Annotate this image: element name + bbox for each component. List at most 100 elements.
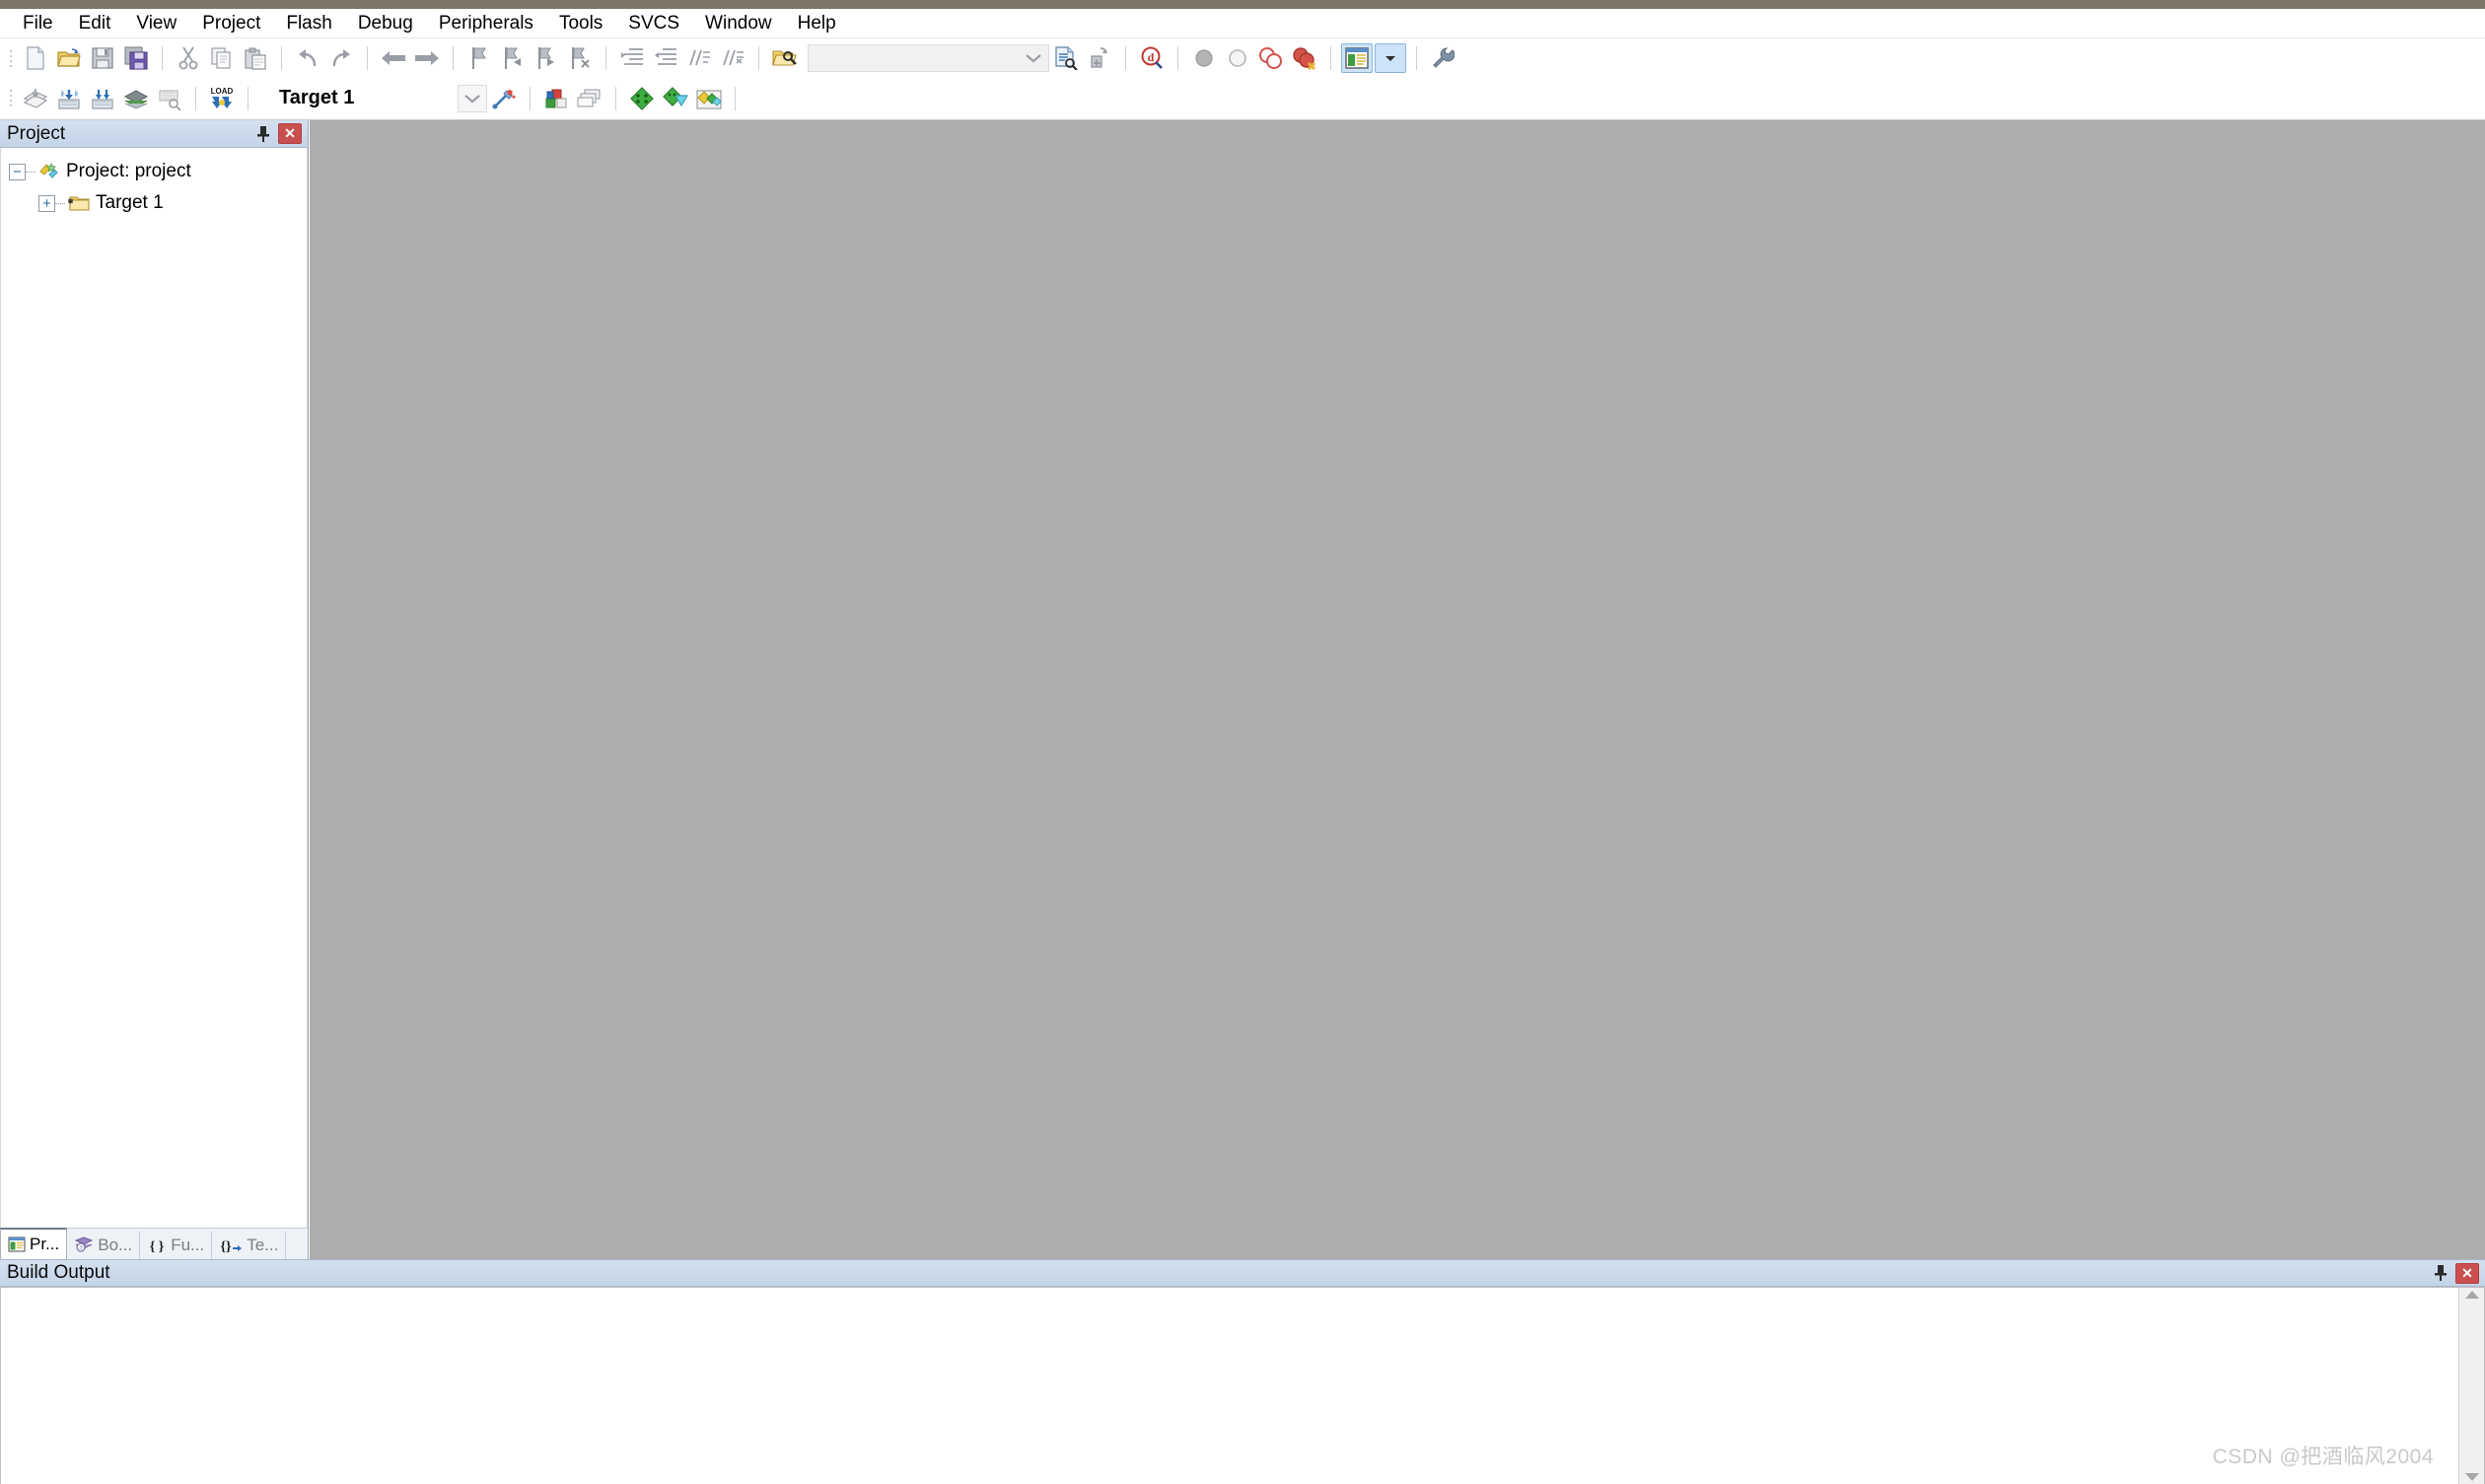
menu-tools[interactable]: Tools: [546, 10, 615, 37]
build-output-title: Build Output: [7, 1262, 110, 1283]
target-selector-value[interactable]: Target 1: [275, 87, 458, 109]
debug-find-icon[interactable]: d: [1136, 43, 1168, 73]
tree-expander-collapse[interactable]: −: [9, 163, 26, 180]
find-in-files-icon[interactable]: [769, 43, 801, 73]
manage-runtime-env-icon[interactable]: [693, 84, 725, 113]
close-icon[interactable]: ✕: [2455, 1262, 2479, 1284]
menu-help[interactable]: Help: [785, 10, 849, 37]
undo-icon[interactable]: [292, 43, 323, 73]
target-options-icon[interactable]: [488, 84, 520, 113]
chevron-down-icon[interactable]: [1019, 45, 1048, 71]
manage-project-items-icon[interactable]: [540, 84, 572, 113]
layout-dropdown-icon[interactable]: [1375, 43, 1406, 73]
find-combo-box[interactable]: [808, 44, 1049, 72]
tree-connector: [26, 171, 36, 173]
project-tree[interactable]: − Project: project + Target 1: [0, 148, 308, 1228]
tab-books[interactable]: ? Bo...: [67, 1232, 141, 1259]
browse-symbols-icon[interactable]: [1050, 43, 1082, 73]
navigate-back-icon[interactable]: [378, 43, 409, 73]
project-icon: [36, 160, 63, 183]
pin-icon[interactable]: [251, 123, 275, 145]
build-output-scrollbar[interactable]: [2458, 1288, 2484, 1484]
translate-file-icon[interactable]: [20, 84, 51, 113]
scroll-down-arrow-icon[interactable]: [2464, 1473, 2479, 1481]
paste-icon[interactable]: [240, 43, 271, 73]
rebuild-all-icon[interactable]: [87, 84, 118, 113]
breakpoint-enable-icon[interactable]: [1222, 43, 1253, 73]
clean-target-icon[interactable]: [154, 84, 185, 113]
breakpoint-kill-all-icon[interactable]: [1289, 43, 1320, 73]
multi-project-icon[interactable]: [574, 84, 605, 113]
breakpoint-insert-icon[interactable]: [1188, 43, 1220, 73]
download-load-icon[interactable]: LOAD: [206, 84, 238, 113]
menu-bar: File Edit View Project Flash Debug Perip…: [0, 9, 2485, 38]
menu-file[interactable]: File: [10, 10, 66, 37]
build-target-icon[interactable]: [53, 84, 85, 113]
tree-node-target[interactable]: + Target 1: [1, 187, 307, 219]
svg-text:d: d: [1148, 50, 1155, 64]
tree-expander-expand[interactable]: +: [38, 194, 55, 212]
svg-text:{}: {}: [221, 1239, 233, 1253]
bookmark-toggle-icon[interactable]: [463, 43, 495, 73]
target-folder-icon: [65, 191, 93, 215]
redo-icon[interactable]: [325, 43, 357, 73]
close-icon[interactable]: ✕: [278, 123, 302, 144]
editor-workspace[interactable]: [310, 120, 2485, 1259]
navigate-forward-icon[interactable]: [411, 43, 443, 73]
breakpoint-disable-all-icon[interactable]: [1255, 43, 1287, 73]
menu-debug[interactable]: Debug: [345, 10, 426, 37]
tree-node-project[interactable]: − Project: project: [1, 156, 307, 187]
application-window: File Edit View Project Flash Debug Perip…: [0, 0, 2485, 1484]
save-icon[interactable]: [87, 43, 118, 73]
toolbar-grip[interactable]: [6, 86, 16, 111]
toolbar-separator: [1330, 46, 1331, 70]
pack-installer-icon[interactable]: [626, 84, 658, 113]
build-output-body[interactable]: [0, 1287, 2485, 1484]
indent-icon[interactable]: [616, 43, 648, 73]
menu-svcs[interactable]: SVCS: [615, 10, 692, 37]
save-all-icon[interactable]: [120, 43, 152, 73]
cut-icon[interactable]: [173, 43, 204, 73]
project-panel-title: Project: [7, 122, 66, 144]
menu-edit[interactable]: Edit: [66, 10, 124, 37]
select-software-packs-icon[interactable]: [660, 84, 691, 113]
menu-project[interactable]: Project: [189, 10, 273, 37]
project-panel: Project ✕ − Project: project + Target 1 …: [0, 120, 309, 1259]
title-bar-strip: [0, 0, 2485, 9]
tab-templates[interactable]: {} Te...: [212, 1232, 287, 1259]
toolbar-separator: [281, 46, 282, 70]
menu-view[interactable]: View: [123, 10, 189, 37]
toolbar-separator: [758, 46, 759, 70]
bookmark-next-icon[interactable]: [531, 43, 562, 73]
insert-file-icon[interactable]: [1084, 43, 1115, 73]
menu-peripherals[interactable]: Peripherals: [426, 10, 546, 37]
copy-icon[interactable]: [206, 43, 238, 73]
toolbar-separator: [195, 86, 196, 110]
window-layout-icon[interactable]: [1341, 43, 1373, 73]
toolbar-separator: [530, 86, 531, 110]
tab-functions[interactable]: { } Fu...: [140, 1232, 213, 1259]
menu-window[interactable]: Window: [692, 10, 785, 37]
build-output-panel: Build Output ✕ CSDN @把酒临风2004: [0, 1259, 2485, 1484]
comment-icon[interactable]: [683, 43, 715, 73]
open-file-icon[interactable]: [53, 43, 85, 73]
scroll-up-arrow-icon[interactable]: [2464, 1291, 2479, 1299]
chevron-down-icon[interactable]: [458, 84, 487, 112]
bookmark-clear-icon[interactable]: [564, 43, 596, 73]
bookmark-prev-icon[interactable]: [497, 43, 529, 73]
tab-project-label: Pr...: [30, 1235, 60, 1253]
menu-flash[interactable]: Flash: [273, 10, 344, 37]
uncomment-icon[interactable]: [717, 43, 748, 73]
batch-build-icon[interactable]: [120, 84, 152, 113]
target-selector[interactable]: Target 1: [275, 84, 487, 113]
pin-icon[interactable]: [2429, 1262, 2452, 1284]
build-output-text[interactable]: [1, 1288, 2458, 1484]
project-tab-icon: [8, 1237, 26, 1252]
build-output-header: Build Output ✕: [0, 1259, 2485, 1287]
toolbar-grip[interactable]: [6, 45, 16, 71]
new-file-icon[interactable]: [20, 43, 51, 73]
outdent-icon[interactable]: [650, 43, 681, 73]
tab-project[interactable]: Pr...: [0, 1228, 68, 1259]
toolbar-separator: [615, 86, 616, 110]
configure-icon[interactable]: [1427, 43, 1458, 73]
